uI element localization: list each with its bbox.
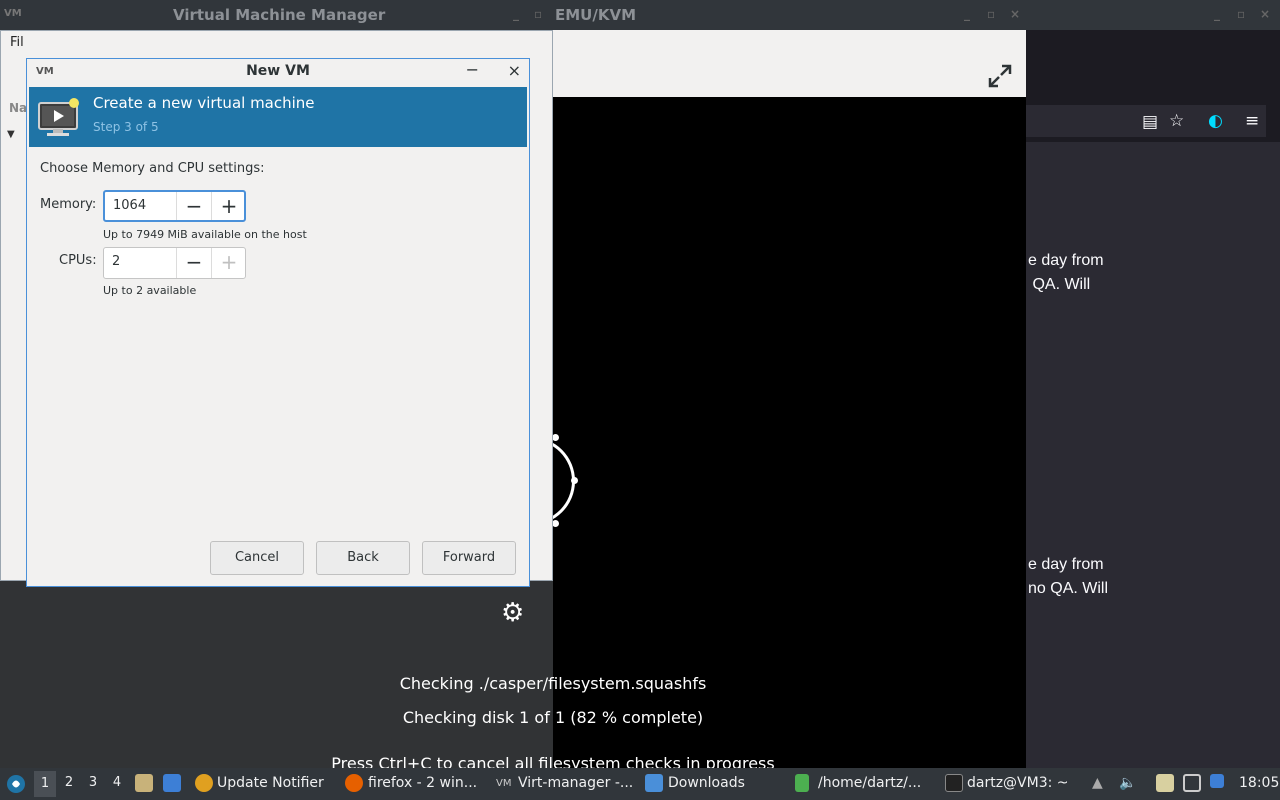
taskbar-item-downloads[interactable]: Downloads	[668, 775, 745, 791]
fullscreen-icon[interactable]	[986, 62, 1014, 90]
cpus-label: CPUs:	[59, 253, 97, 268]
bookmark-star-icon[interactable]: ☆	[1169, 111, 1184, 131]
monitor-play-icon	[38, 98, 79, 136]
terminal-icon	[945, 774, 963, 792]
file-manager-launcher-icon[interactable]	[135, 774, 153, 792]
start-menu-icon[interactable]	[6, 774, 26, 794]
banner-title: Create a new virtual machine	[93, 94, 315, 112]
workspace-2[interactable]: 2	[58, 775, 80, 790]
browser-close-icon[interactable]: ×	[1260, 7, 1270, 21]
spinner-dot	[552, 434, 559, 441]
forward-button[interactable]: Forward	[422, 541, 516, 575]
maximize-icon[interactable]: ▫	[534, 7, 542, 21]
spinner-dot	[571, 477, 578, 484]
cpus-increment-button[interactable]: +	[211, 248, 246, 278]
taskbar-item-virt-manager[interactable]: Virt-manager -...	[518, 775, 633, 791]
virt-manager-main-window: Fil Na ▼ VM New VM − × Create a new virt…	[0, 30, 553, 587]
taskbar: 1 2 3 4 Update Notifier firefox - 2 win.…	[0, 768, 1280, 800]
notification-icon[interactable]	[1210, 774, 1224, 788]
cpus-decrement-button[interactable]: −	[176, 248, 211, 278]
browser-minimize-icon[interactable]: _	[1214, 7, 1220, 21]
back-button[interactable]: Back	[316, 541, 410, 575]
memory-increment-button[interactable]: +	[211, 192, 246, 220]
privacy-icon[interactable]: ◐	[1208, 111, 1223, 131]
taskbar-item-update-notifier[interactable]: Update Notifier	[217, 775, 324, 791]
workspace-1[interactable]: 1	[34, 771, 56, 797]
desktop-title-strip: VM Virtual Machine Manager _ ▫ EMU/KVM _…	[0, 0, 1280, 30]
volume-icon[interactable]: 🔈	[1119, 775, 1136, 791]
taskbar-item-terminal[interactable]: dartz@VM3: ~	[967, 775, 1069, 791]
browser-text: e day from	[1028, 556, 1104, 573]
expand-triangle-icon[interactable]: ▼	[7, 129, 15, 140]
new-vm-dialog: VM New VM − × Create a new virtual machi…	[26, 58, 530, 587]
virt-manager-taskbar-icon: VM	[496, 778, 512, 789]
browser-maximize-icon[interactable]: ▫	[1237, 7, 1245, 21]
minimize-button[interactable]: −	[466, 60, 479, 79]
menu-hamburger-icon[interactable]: ≡	[1245, 111, 1259, 131]
banner-step: Step 3 of 5	[93, 120, 159, 134]
firefox-icon	[345, 774, 363, 792]
folder-icon	[645, 774, 663, 792]
console-maximize-icon[interactable]: ▫	[987, 7, 995, 21]
browser-text: no QA. Will	[1028, 580, 1109, 597]
section-label: Choose Memory and CPU settings:	[40, 161, 265, 176]
reader-view-icon[interactable]: ▤	[1142, 112, 1158, 132]
console-toolbar	[553, 30, 1026, 97]
show-desktop-icon[interactable]	[163, 774, 181, 792]
workspace-3[interactable]: 3	[82, 775, 104, 790]
console-line-checking-file: Checking ./casper/filesystem.squashfs	[399, 674, 707, 693]
gear-icon: ⚙	[501, 598, 525, 628]
clipboard-icon[interactable]	[1156, 774, 1174, 792]
minimize-icon[interactable]: _	[513, 7, 519, 21]
cpus-input[interactable]	[112, 254, 174, 269]
browser-window: ▤ ☆ ◐ ≡ e day from QA. Will e day from n…	[1026, 30, 1280, 768]
memory-spinbox: − +	[103, 190, 246, 222]
console-window-title: EMU/KVM	[555, 6, 636, 24]
console-minimize-icon[interactable]: _	[964, 7, 970, 21]
close-button[interactable]: ×	[508, 61, 521, 80]
update-notifier-icon	[195, 774, 213, 792]
browser-text: e day from	[1028, 252, 1104, 269]
browser-toolbar: ▤ ☆ ◐ ≡	[1026, 30, 1280, 142]
cpus-hint: Up to 2 available	[103, 284, 197, 297]
browser-text: QA. Will	[1028, 276, 1091, 293]
spinner-dot	[552, 520, 559, 527]
memory-input[interactable]	[113, 198, 175, 213]
home-folder-icon	[795, 774, 809, 792]
cpus-spinbox: − +	[103, 247, 246, 279]
clock[interactable]: 18:05	[1239, 775, 1279, 791]
memory-decrement-button[interactable]: −	[176, 192, 211, 220]
memory-label: Memory:	[40, 197, 97, 212]
workspace-4[interactable]: 4	[106, 775, 128, 790]
cancel-button[interactable]: Cancel	[210, 541, 304, 575]
dialog-titlebar: VM New VM − ×	[27, 59, 529, 86]
dialog-title: New VM	[246, 63, 310, 79]
network-icon[interactable]	[1183, 774, 1201, 792]
tray-expand-icon[interactable]: ▲	[1092, 775, 1103, 791]
main-window-title: Virtual Machine Manager	[173, 6, 386, 24]
taskbar-item-firefox[interactable]: firefox - 2 win...	[368, 775, 477, 791]
console-close-icon[interactable]: ×	[1010, 7, 1020, 21]
console-line-progress: Checking disk 1 of 1 (82 % complete)	[402, 708, 704, 727]
virt-manager-wm-icon: VM	[4, 8, 22, 19]
menu-file[interactable]: Fil	[10, 35, 24, 50]
list-header-name: Na	[9, 101, 28, 115]
vm-console-window: ⚙ Checking ./casper/filesystem.squashfs …	[331, 30, 1026, 773]
wizard-banner: Create a new virtual machine Step 3 of 5	[29, 87, 527, 147]
taskbar-item-home[interactable]: /home/dartz/...	[818, 775, 921, 791]
memory-hint: Up to 7949 MiB available on the host	[103, 228, 307, 241]
